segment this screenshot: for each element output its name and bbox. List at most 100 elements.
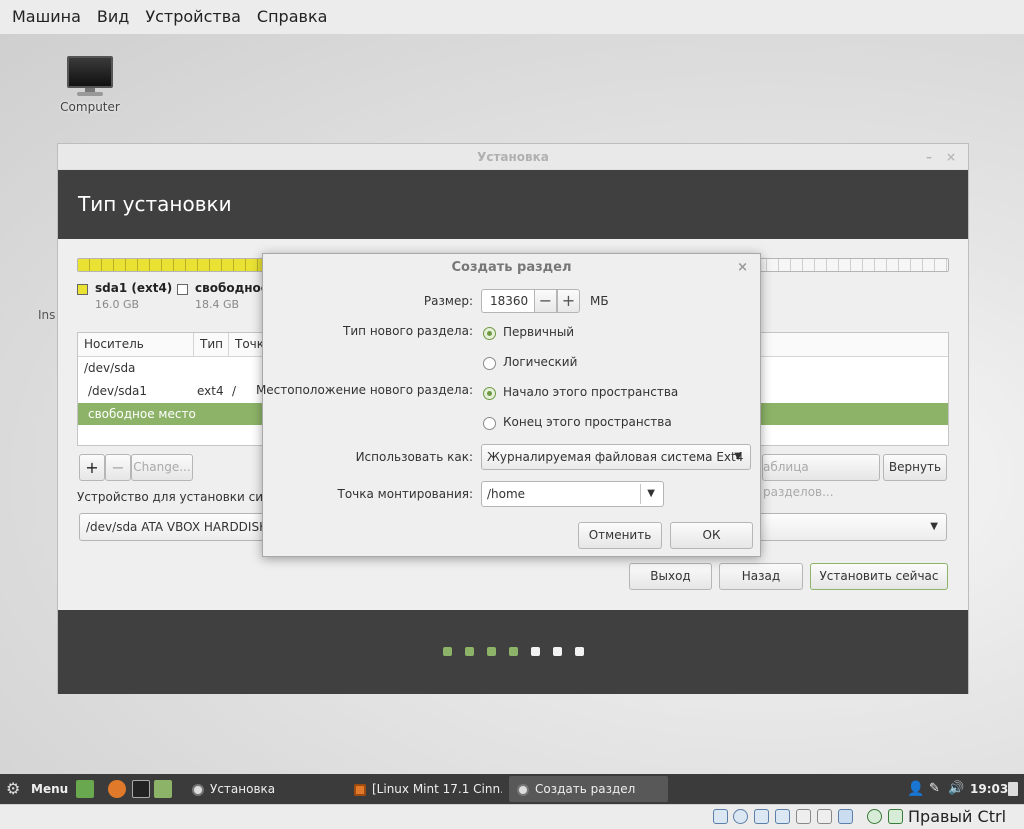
radio-logical[interactable]: [483, 357, 496, 370]
mount-point-combo[interactable]: /home ▼: [481, 481, 664, 507]
host-key-label: Правый Ctrl: [908, 807, 1007, 826]
back-button[interactable]: Назад: [719, 563, 803, 590]
start-menu-button[interactable]: Menu: [31, 774, 68, 804]
column-header-type[interactable]: Тип: [194, 333, 229, 357]
column-header-device[interactable]: Носитель: [78, 333, 194, 357]
menu-devices[interactable]: Устройства: [137, 0, 249, 34]
folder-icon[interactable]: [154, 780, 172, 798]
radio-location-end[interactable]: [483, 417, 496, 430]
minimize-button[interactable]: –: [926, 144, 932, 170]
table-row-dev-sda[interactable]: /dev/sda: [84, 357, 135, 379]
task-label: [Linux Mint 17.1 Cinn...: [372, 782, 502, 796]
size-unit-label: МБ: [590, 294, 609, 308]
radio-primary-label[interactable]: Первичный: [503, 325, 574, 339]
task-browser[interactable]: [Linux Mint 17.1 Cinn...: [346, 776, 502, 802]
cancel-button[interactable]: Отменить: [578, 522, 662, 549]
menu-machine[interactable]: Машина: [4, 0, 89, 34]
install-icon-label-partial: Ins: [38, 308, 56, 322]
progress-footer: [58, 610, 968, 694]
disc-icon: [192, 783, 204, 796]
terminal-icon[interactable]: [132, 780, 150, 798]
dialog-titlebar: Создать раздел ×: [263, 254, 760, 282]
add-partition-button[interactable]: +: [79, 454, 105, 481]
network-adapter-icon[interactable]: [775, 809, 790, 824]
installer-title: Установка: [477, 150, 549, 164]
radio-primary[interactable]: [483, 327, 496, 340]
chevron-down-icon: ▼: [930, 521, 938, 532]
user-icon[interactable]: 👤: [907, 774, 924, 804]
chevron-down-icon[interactable]: ▼: [647, 482, 655, 506]
radio-location-begin[interactable]: [483, 387, 496, 400]
menu-help[interactable]: Справка: [249, 0, 336, 34]
legend-size: 16.0 GB: [95, 298, 140, 311]
boot-device-label: Устройство для установки сист: [77, 490, 277, 504]
revert-button[interactable]: Вернуть: [883, 454, 947, 481]
vbox-menubar: Машина Вид Устройства Справка: [0, 0, 1024, 34]
mount-point-value: /home: [487, 487, 526, 501]
size-increment-button[interactable]: +: [557, 289, 580, 313]
install-now-button[interactable]: Установить сейчас: [810, 563, 948, 590]
size-label: Размер:: [423, 294, 473, 308]
legend-name: свободное: [195, 281, 269, 295]
show-desktop-icon[interactable]: [76, 780, 94, 798]
keyboard-capture-icon[interactable]: [888, 809, 903, 824]
progress-dot-done: [465, 647, 474, 656]
progress-dot-done: [509, 647, 518, 656]
shared-folders-icon[interactable]: [796, 809, 811, 824]
monitor-icon: [65, 54, 115, 98]
chevron-down-icon: ▼: [734, 451, 742, 462]
volume-icon[interactable]: 🔊: [948, 774, 964, 804]
vbox-statusbar: Правый Ctrl: [0, 804, 1024, 829]
computer-icon-label: Computer: [60, 100, 120, 114]
radio-location-end-label[interactable]: Конец этого пространства: [503, 415, 672, 429]
network-icon[interactable]: ✎: [929, 774, 940, 804]
display-icon[interactable]: [817, 809, 832, 824]
show-desktop-button[interactable]: [1008, 782, 1018, 796]
legend-swatch-sda1: [77, 284, 88, 295]
progress-dot-pending: [531, 647, 540, 656]
use-as-label: Использовать как:: [355, 450, 473, 464]
installer-titlebar: Установка – ×: [58, 144, 968, 170]
optical-drive-icon[interactable]: [733, 809, 748, 824]
use-as-value: Журналируемая файловая система Ext4: [487, 450, 744, 464]
hard-disk-icon[interactable]: [713, 809, 728, 824]
size-input[interactable]: [481, 289, 535, 313]
change-partition-button[interactable]: Change...: [131, 454, 193, 481]
dialog-close-button[interactable]: ×: [737, 254, 748, 282]
clock[interactable]: 19:03: [970, 774, 1008, 804]
new-partition-table-button[interactable]: аблица разделов...: [762, 454, 880, 499]
radio-logical-label[interactable]: Логический: [503, 355, 577, 369]
remove-partition-button[interactable]: −: [105, 454, 131, 481]
use-as-select[interactable]: Журналируемая файловая система Ext4 ▼: [481, 444, 751, 470]
close-button[interactable]: ×: [946, 144, 956, 170]
installer-heading: Тип установки: [58, 170, 968, 239]
ok-button[interactable]: ОК: [670, 522, 753, 549]
firefox-icon[interactable]: [108, 780, 126, 798]
quit-button[interactable]: Выход: [629, 563, 712, 590]
task-create-partition[interactable]: Создать раздел: [509, 776, 668, 802]
table-row-dev-sda1[interactable]: /dev/sda1: [88, 380, 147, 402]
legend-swatch-free: [177, 284, 188, 295]
dialog-title: Создать раздел: [451, 260, 572, 275]
audio-icon[interactable]: [754, 809, 769, 824]
table-cell-type: ext4: [197, 384, 224, 398]
task-label: Установка: [210, 782, 276, 796]
mouse-integration-icon[interactable]: [867, 809, 882, 824]
progress-dot-done: [487, 647, 496, 656]
gear-icon: ⚙: [6, 779, 21, 798]
boot-device-value: /dev/sda ATA VBOX HARDDISK: [86, 520, 267, 534]
table-cell-free-space: свободное место: [88, 407, 196, 421]
size-decrement-button[interactable]: −: [534, 289, 557, 313]
legend-size: 18.4 GB: [195, 298, 240, 311]
computer-desktop-icon[interactable]: Computer: [52, 54, 128, 114]
progress-dot-pending: [553, 647, 562, 656]
radio-location-begin-label[interactable]: Начало этого пространства: [503, 385, 678, 399]
legend-name: sda1 (ext4): [95, 281, 173, 295]
video-capture-icon[interactable]: [838, 809, 853, 824]
task-installer[interactable]: Установка: [184, 776, 340, 802]
progress-dot-done: [443, 647, 452, 656]
menu-view[interactable]: Вид: [89, 0, 137, 34]
disc-icon: [517, 783, 529, 796]
taskbar: ⚙ Menu Установка [Linux Mint 17.1 Cinn..…: [0, 774, 1024, 804]
firefox-icon: [354, 783, 366, 796]
